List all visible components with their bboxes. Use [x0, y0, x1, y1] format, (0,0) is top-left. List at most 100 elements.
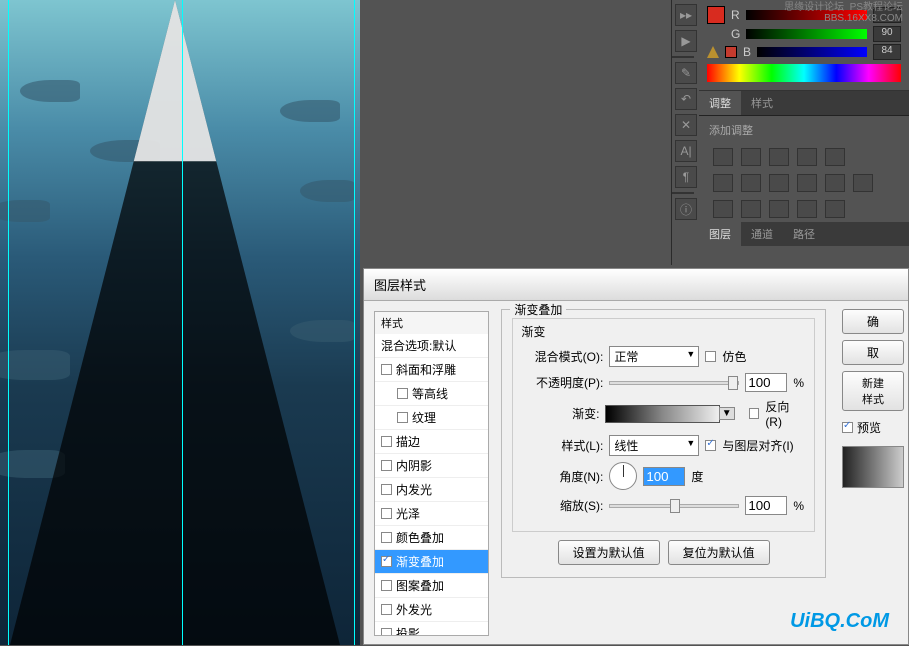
hue-icon[interactable] — [713, 174, 733, 192]
mixer-icon[interactable] — [825, 174, 845, 192]
info-icon[interactable]: ⓘ — [675, 198, 697, 220]
tools-icon[interactable]: ✕ — [675, 114, 697, 136]
style-item[interactable]: 图案叠加 — [375, 574, 488, 598]
style-checkbox[interactable] — [381, 580, 392, 591]
angle-input[interactable] — [643, 467, 685, 486]
style-checkbox[interactable] — [381, 364, 392, 375]
set-default-button[interactable]: 设置为默认值 — [558, 540, 660, 565]
g-value[interactable]: 90 — [873, 26, 901, 42]
style-label: 内发光 — [396, 481, 432, 498]
style-checkbox[interactable] — [381, 532, 392, 543]
guide-line[interactable] — [182, 0, 183, 645]
style-checkbox[interactable] — [381, 628, 392, 636]
layer-style-dialog: 图层样式 样式 混合选项:默认 斜面和浮雕等高线纹理描边内阴影内发光光泽颜色叠加… — [363, 268, 909, 645]
brush-icon[interactable]: ✎ — [675, 62, 697, 84]
g-slider[interactable] — [746, 29, 867, 39]
gradient-picker[interactable] — [605, 405, 719, 423]
adjustments-panel: 调整 样式 添加调整 — [699, 91, 909, 222]
blend-options[interactable]: 混合选项:默认 — [375, 334, 488, 358]
styles-list: 样式 混合选项:默认 斜面和浮雕等高线纹理描边内阴影内发光光泽颜色叠加渐变叠加图… — [374, 311, 489, 636]
styles-header[interactable]: 样式 — [375, 312, 488, 334]
gradient-overlay-settings: 渐变叠加 渐变 混合模式(O): 正常 仿色 不透明度(P): % — [489, 301, 838, 646]
warn-swatch[interactable] — [725, 46, 737, 58]
style-checkbox[interactable] — [397, 412, 408, 423]
gradient-style-select[interactable]: 线性 — [609, 435, 699, 456]
tool-icon[interactable]: ▸▸ — [675, 4, 697, 26]
guide-line[interactable] — [354, 0, 355, 645]
inner-title: 渐变 — [521, 323, 804, 340]
style-checkbox[interactable] — [381, 604, 392, 615]
invert-icon[interactable] — [713, 200, 733, 218]
exposure-icon[interactable] — [797, 148, 817, 166]
canvas[interactable] — [0, 0, 360, 645]
style-item[interactable]: 颜色叠加 — [375, 526, 488, 550]
watermark-bottom: UiBQ.CoM — [790, 610, 889, 633]
align-checkbox[interactable] — [705, 440, 716, 451]
b-slider[interactable] — [757, 47, 867, 57]
style-checkbox[interactable] — [381, 556, 392, 567]
style-label: 投影 — [396, 625, 420, 636]
style-item[interactable]: 内阴影 — [375, 454, 488, 478]
cancel-button[interactable]: 取 — [842, 340, 904, 365]
style-checkbox[interactable] — [381, 436, 392, 447]
style-checkbox[interactable] — [381, 508, 392, 519]
character-icon[interactable]: A| — [675, 140, 697, 162]
brightness-icon[interactable] — [713, 148, 733, 166]
reverse-checkbox[interactable] — [749, 408, 760, 419]
scale-slider[interactable] — [609, 504, 739, 508]
style-item[interactable]: 等高线 — [375, 382, 488, 406]
levels-icon[interactable] — [741, 148, 761, 166]
scale-label: 缩放(S): — [523, 497, 603, 514]
play-icon[interactable]: ▶ — [675, 30, 697, 52]
opacity-slider[interactable] — [609, 381, 739, 385]
color-spectrum[interactable] — [707, 64, 901, 82]
style-checkbox[interactable] — [397, 388, 408, 399]
style-checkbox[interactable] — [381, 460, 392, 471]
tab-adjust[interactable]: 调整 — [699, 91, 741, 115]
blend-mode-select[interactable]: 正常 — [609, 346, 699, 367]
curves-icon[interactable] — [769, 148, 789, 166]
tab-layers[interactable]: 图层 — [699, 222, 741, 246]
foreground-swatch[interactable] — [707, 6, 725, 24]
gradient-map-icon[interactable] — [797, 200, 817, 218]
tab-styles[interactable]: 样式 — [741, 91, 783, 115]
paragraph-icon[interactable]: ¶ — [675, 166, 697, 188]
style-item[interactable]: 渐变叠加 — [375, 550, 488, 574]
selective-icon[interactable] — [825, 200, 845, 218]
angle-dial[interactable] — [609, 462, 637, 490]
style-item[interactable]: 描边 — [375, 430, 488, 454]
new-style-button[interactable]: 新建样式 — [842, 371, 904, 411]
style-item[interactable]: 内发光 — [375, 478, 488, 502]
style-item[interactable]: 斜面和浮雕 — [375, 358, 488, 382]
history-icon[interactable]: ↶ — [675, 88, 697, 110]
ok-button[interactable]: 确 — [842, 309, 904, 334]
style-label: 颜色叠加 — [396, 529, 444, 546]
preview-checkbox[interactable] — [842, 422, 853, 433]
vibrance-icon[interactable] — [825, 148, 845, 166]
style-label: 图案叠加 — [396, 577, 444, 594]
threshold-icon[interactable] — [769, 200, 789, 218]
style-item[interactable]: 投影 — [375, 622, 488, 636]
tab-paths[interactable]: 路径 — [783, 222, 825, 246]
style-item[interactable]: 光泽 — [375, 502, 488, 526]
balance-icon[interactable] — [741, 174, 761, 192]
dither-checkbox[interactable] — [705, 351, 716, 362]
opacity-input[interactable] — [745, 373, 787, 392]
tab-channels[interactable]: 通道 — [741, 222, 783, 246]
angle-label: 角度(N): — [523, 468, 603, 485]
blend-mode-label: 混合模式(O): — [523, 348, 603, 365]
bw-icon[interactable] — [769, 174, 789, 192]
layers-panel: 图层 通道 路径 — [699, 222, 909, 246]
scale-input[interactable] — [745, 496, 787, 515]
style-item[interactable]: 外发光 — [375, 598, 488, 622]
guide-line[interactable] — [8, 0, 9, 645]
style-item[interactable]: 纹理 — [375, 406, 488, 430]
posterize-icon[interactable] — [741, 200, 761, 218]
b-value[interactable]: 84 — [873, 44, 901, 60]
style-checkbox[interactable] — [381, 484, 392, 495]
preview-thumb — [842, 446, 904, 488]
photo-filter-icon[interactable] — [797, 174, 817, 192]
warning-icon[interactable] — [707, 46, 719, 58]
lookup-icon[interactable] — [853, 174, 873, 192]
reset-default-button[interactable]: 复位为默认值 — [668, 540, 770, 565]
